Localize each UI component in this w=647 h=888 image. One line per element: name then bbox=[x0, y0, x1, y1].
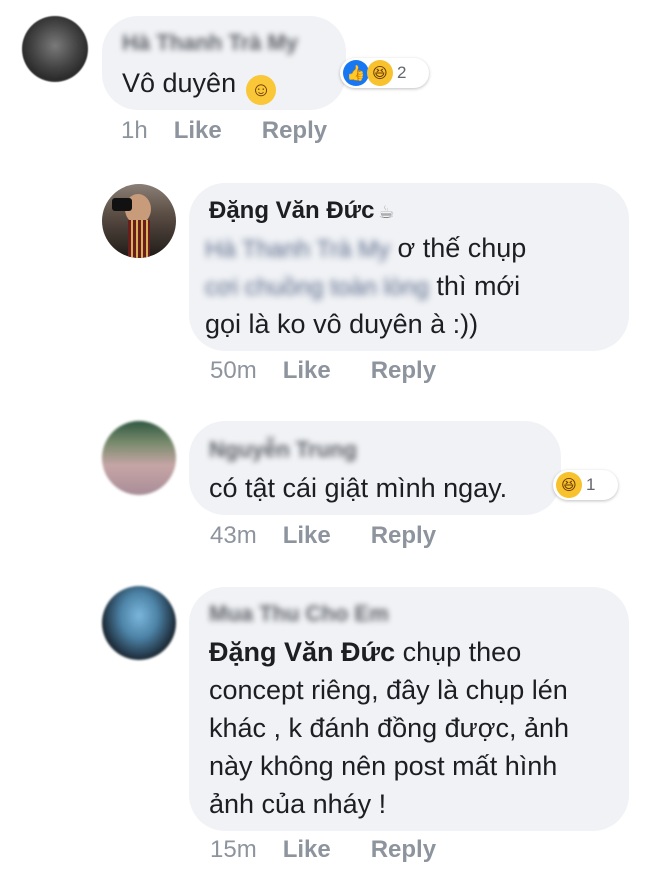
comment-text-line: Đặng Văn Đức chụp theo bbox=[209, 633, 521, 671]
comment-meta: 15m Like Reply bbox=[210, 836, 436, 864]
comment-author[interactable]: Hà Thanh Trà My bbox=[122, 30, 298, 56]
mention-link[interactable]: Đặng Văn Đức bbox=[209, 637, 395, 667]
avatar[interactable] bbox=[102, 586, 176, 660]
smile-emoji-icon: ☺ bbox=[246, 75, 277, 105]
reply-button[interactable]: Reply bbox=[371, 522, 436, 549]
comment-meta: 50m Like Reply bbox=[210, 357, 436, 385]
comment-meta: 1h Like Reply bbox=[121, 117, 327, 145]
comment-text-line: Hà Thanh Trà My ơ thế chụp bbox=[205, 229, 526, 269]
comment-text: Vô duyên ☺ bbox=[122, 64, 277, 105]
like-icon: 👍 bbox=[343, 60, 369, 86]
comment-text-line: gọi là ko vô duyên à :)) bbox=[205, 309, 479, 339]
comment-text-body: chụp theo bbox=[402, 637, 522, 667]
comment-text-line: ảnh của nháy ! bbox=[209, 789, 387, 819]
avatar[interactable] bbox=[22, 16, 88, 82]
like-button[interactable]: Like bbox=[283, 522, 331, 549]
comment-time[interactable]: 50m bbox=[210, 357, 257, 384]
reply-button[interactable]: Reply bbox=[262, 117, 327, 144]
reply-button[interactable]: Reply bbox=[371, 357, 436, 384]
comment-text: có tật cái giật mình ngay. bbox=[209, 473, 508, 503]
avatar[interactable] bbox=[102, 184, 176, 258]
reaction-count: 1 bbox=[586, 475, 596, 494]
comment-bubble: Mua Thu Cho Em Đặng Văn Đức chụp theo co… bbox=[189, 587, 629, 831]
haha-icon: 😆 bbox=[367, 60, 393, 86]
haha-icon: 😆 bbox=[556, 472, 582, 498]
reaction-count: 2 bbox=[397, 63, 407, 82]
comment-author[interactable]: Đặng Văn Đức ☕ bbox=[209, 197, 395, 225]
avatar[interactable] bbox=[102, 421, 176, 495]
comment-text-line: khác , k đánh đồng được, ảnh bbox=[209, 713, 570, 743]
comment-meta: 43m Like Reply bbox=[210, 522, 436, 550]
comment-text-line: này không nên post mất hình bbox=[209, 751, 558, 781]
comment-text-body: ơ thế chụp bbox=[397, 233, 527, 263]
like-button[interactable]: Like bbox=[283, 836, 331, 863]
comment-time[interactable]: 15m bbox=[210, 836, 257, 863]
coffee-icon: ☕ bbox=[378, 202, 395, 222]
comment-author[interactable]: Mua Thu Cho Em bbox=[209, 601, 389, 627]
mention-link[interactable]: Hà Thanh Trà My bbox=[205, 231, 390, 269]
comment-author-name[interactable]: Đặng Văn Đức bbox=[209, 197, 374, 224]
blurred-text: cơi chuồng toàn lòng bbox=[205, 274, 429, 301]
reaction-summary[interactable]: 👍 😆 2 bbox=[340, 58, 429, 88]
comment-text-line: concept riêng, đây là chụp lén bbox=[209, 675, 568, 705]
comment-text-body: Vô duyên bbox=[122, 68, 237, 98]
reply-button[interactable]: Reply bbox=[371, 836, 436, 863]
comment-time[interactable]: 1h bbox=[121, 117, 148, 144]
comment-text-line: cơi chuồng toàn lòng thì mới bbox=[205, 267, 520, 307]
like-button[interactable]: Like bbox=[174, 117, 222, 144]
comment-text-body: thì mới bbox=[436, 271, 521, 301]
comment-time[interactable]: 43m bbox=[210, 522, 257, 549]
comment-bubble: Hà Thanh Trà My Vô duyên ☺ bbox=[102, 16, 346, 110]
comment-bubble: Nguyễn Trung có tật cái giật mình ngay. bbox=[189, 421, 561, 515]
like-button[interactable]: Like bbox=[283, 357, 331, 384]
reaction-summary[interactable]: 😆 1 bbox=[553, 470, 618, 500]
comment-bubble: Đặng Văn Đức ☕ Hà Thanh Trà My ơ thế chụp… bbox=[189, 183, 629, 351]
comment-author[interactable]: Nguyễn Trung bbox=[209, 437, 357, 463]
